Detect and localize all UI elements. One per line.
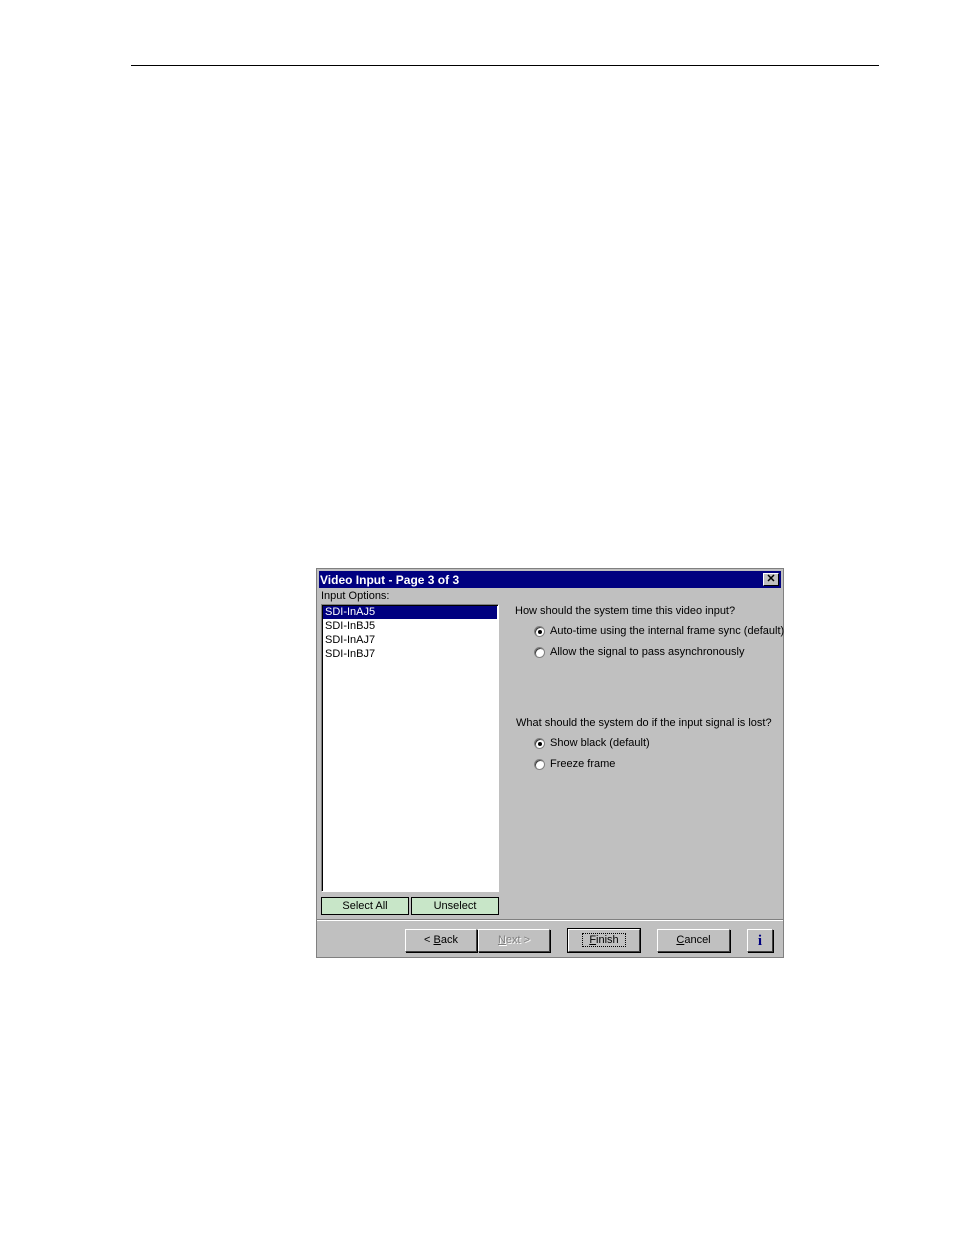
signal-lost-question: What should the system do if the input s… bbox=[516, 717, 772, 729]
list-item[interactable]: SDI-InBJ5 bbox=[323, 620, 497, 633]
radio-label: Show black (default) bbox=[550, 737, 650, 749]
finish-button[interactable]: Finish bbox=[567, 928, 641, 953]
radio-label: Freeze frame bbox=[550, 758, 616, 770]
next-button[interactable]: Next > bbox=[478, 929, 550, 952]
select-all-button[interactable]: Select All bbox=[321, 897, 409, 915]
radio-button-checked[interactable] bbox=[534, 625, 545, 637]
radio-label: Auto-time using the internal frame sync … bbox=[550, 625, 785, 637]
list-item[interactable]: SDI-InAJ5 bbox=[323, 606, 497, 619]
timing-question: How should the system time this video in… bbox=[515, 605, 736, 617]
button-bar-separator bbox=[317, 919, 783, 921]
unselect-button[interactable]: Unselect bbox=[411, 897, 499, 915]
header-rule bbox=[131, 65, 879, 66]
radio-auto-time[interactable]: Auto-time using the internal frame sync … bbox=[534, 625, 784, 637]
radio-show-black[interactable]: Show black (default) bbox=[534, 737, 650, 749]
close-icon[interactable]: ✕ bbox=[763, 573, 779, 586]
cancel-button[interactable]: Cancel bbox=[657, 929, 730, 952]
list-item[interactable]: SDI-InBJ7 bbox=[323, 648, 497, 661]
radio-button-checked[interactable] bbox=[534, 737, 545, 749]
document-page: Video Input - Page 3 of 3 ✕ Input Option… bbox=[0, 0, 954, 1235]
title-bar[interactable]: Video Input - Page 3 of 3 ✕ bbox=[319, 571, 781, 588]
radio-async[interactable]: Allow the signal to pass asynchronously bbox=[534, 646, 744, 658]
radio-label: Allow the signal to pass asynchronously bbox=[550, 646, 745, 658]
input-options-list[interactable]: SDI-InAJ5 SDI-InBJ5 SDI-InAJ7 SDI-InBJ7 bbox=[321, 604, 499, 892]
list-item[interactable]: SDI-InAJ7 bbox=[323, 634, 497, 647]
radio-button[interactable] bbox=[534, 646, 545, 658]
radio-freeze-frame[interactable]: Freeze frame bbox=[534, 758, 615, 770]
radio-button[interactable] bbox=[534, 758, 545, 770]
input-options-label: Input Options: bbox=[321, 590, 390, 602]
video-input-dialog: Video Input - Page 3 of 3 ✕ Input Option… bbox=[316, 568, 784, 958]
info-icon[interactable]: i bbox=[747, 929, 773, 952]
dialog-title: Video Input - Page 3 of 3 bbox=[320, 573, 460, 587]
back-button[interactable]: < Back bbox=[405, 929, 477, 952]
